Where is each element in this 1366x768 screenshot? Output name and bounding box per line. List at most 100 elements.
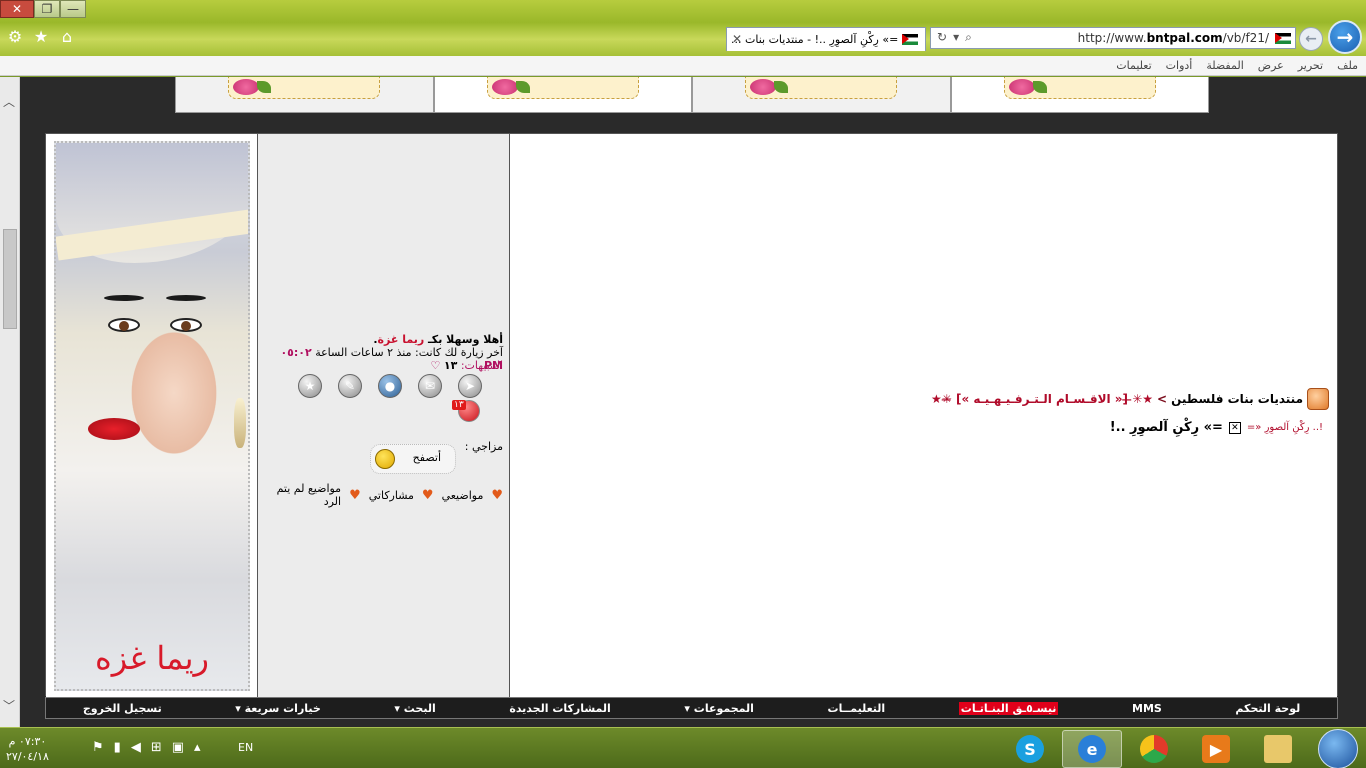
- nav-groups[interactable]: المجموعات ▾: [684, 702, 754, 715]
- close-window-button[interactable]: ✕: [0, 0, 34, 18]
- address-bar[interactable]: ↻ ▾ ⌕ http://www.bntpal.com/vb/f21/: [930, 27, 1296, 49]
- close-tab-icon[interactable]: ✕: [732, 32, 742, 46]
- flower-tab[interactable]: [692, 77, 951, 113]
- flower-decoration-icon: [228, 77, 380, 99]
- signal-icon[interactable]: ▮: [114, 740, 121, 755]
- flower-tab[interactable]: [175, 77, 434, 113]
- menu-file[interactable]: ملف: [1337, 59, 1358, 72]
- menu-favorites[interactable]: المفضلة: [1206, 59, 1243, 72]
- windows-icon[interactable]: ⊞: [151, 740, 162, 755]
- flower-decoration-icon: [486, 77, 639, 99]
- browser-tab[interactable]: =» رِكْنِ آلصوِرِ ..! - منتديات بنات ...…: [726, 27, 926, 51]
- forum-main-panel: ريما غزه أهلا وسهلا بكـ ريما غزة. آخر زي…: [45, 133, 1338, 697]
- volume-icon[interactable]: ◀: [131, 740, 141, 755]
- collapse-icon[interactable]: ✕: [1228, 421, 1241, 434]
- star-icon[interactable]: ★: [32, 28, 50, 46]
- nav-mms[interactable]: MMS: [1132, 702, 1162, 715]
- alerts-link[interactable]: التنبيهات: ١٣ ♡: [431, 359, 503, 372]
- user-links: ♥ مواضيعي ♥ مشاركاتي ♥ مواضيع لم يتم الر…: [258, 482, 503, 508]
- breadcrumb-separator: >: [1157, 392, 1168, 406]
- menu-edit[interactable]: تحرير: [1298, 59, 1323, 72]
- taskbar-ie[interactable]: e: [1062, 730, 1122, 768]
- nav-control-panel[interactable]: لوحة التحكم: [1235, 702, 1300, 715]
- restore-window-button[interactable]: ❐: [34, 0, 60, 18]
- breadcrumb-section[interactable]: ★✳̶ [« الاقـسـام الـتـرفـيـهـيـه »] ̶✳★: [931, 392, 1153, 406]
- gear-icon[interactable]: ⚙: [6, 28, 24, 46]
- user-info-cell: أهلا وسهلا بكـ ريما غزة. آخر زيارة لك كا…: [258, 134, 510, 697]
- forum-bottom-nav: لوحة التحكم MMS نيسـ٥ـق البنـاتـات التعل…: [45, 697, 1338, 719]
- smiley-icon: [375, 449, 395, 469]
- portrait-cell: ريما غزه: [46, 134, 258, 697]
- user-profile-icon[interactable]: ●: [378, 374, 402, 398]
- flag-icon[interactable]: ⚑: [92, 740, 104, 755]
- site-flag-icon: [1275, 32, 1291, 44]
- username-link[interactable]: ريما غزة: [378, 333, 425, 346]
- heart-icon: ♥: [349, 487, 361, 503]
- taskbar-explorer[interactable]: [1248, 730, 1308, 768]
- scroll-thumb[interactable]: [3, 229, 17, 329]
- flower-decoration-icon: [745, 77, 897, 99]
- nav-girls-coordinator[interactable]: نيسـ٥ـق البنـاتـات: [958, 701, 1059, 715]
- start-button[interactable]: [1318, 729, 1358, 768]
- back-button[interactable]: ←: [1299, 27, 1323, 51]
- vertical-scrollbar[interactable]: ︿ ﹀: [0, 77, 20, 727]
- header-flower-tabs: [175, 77, 1209, 113]
- tray-expand-icon[interactable]: ▴: [194, 740, 201, 755]
- menu-help[interactable]: تعليمات: [1116, 59, 1151, 72]
- nav-search[interactable]: البحث ▾: [394, 702, 435, 715]
- system-tray: ⚑ ▮ ◀ ⊞ ▣ ▴: [92, 740, 201, 755]
- taskbar-media[interactable]: ▶: [1186, 730, 1246, 768]
- forward-button[interactable]: →: [1328, 20, 1362, 54]
- language-indicator[interactable]: EN: [238, 741, 253, 754]
- nav-logout[interactable]: تسجيل الخروج: [83, 702, 162, 715]
- refresh-icon[interactable]: ↻: [937, 30, 947, 45]
- mood-label: مزاجي :: [464, 440, 503, 453]
- search-icon[interactable]: ⌕: [965, 30, 972, 45]
- clock-time: ٠٧:٣٠ م: [8, 735, 47, 748]
- device-icon[interactable]: ▣: [172, 740, 184, 755]
- window-controls: ✕ ❐ —: [0, 0, 86, 18]
- content-cell: منتديات بنات فلسطين > ★✳̶ [« الاقـسـام ا…: [510, 134, 1337, 697]
- mood-box[interactable]: أتصفح: [370, 444, 456, 474]
- my-posts-link[interactable]: مشاركاتي: [369, 489, 414, 502]
- forum-home-icon[interactable]: [1307, 388, 1329, 410]
- taskbar-skype[interactable]: S: [1000, 730, 1060, 768]
- dropdown-icon[interactable]: ▾: [953, 30, 959, 45]
- scroll-up-icon[interactable]: ︿: [3, 93, 15, 110]
- forum-title: =» رِكْنِ آلصوِرِ ..!: [1109, 420, 1223, 435]
- flower-tab[interactable]: [950, 77, 1209, 113]
- nav-quick-options[interactable]: خيارات سريعة ▾: [235, 702, 321, 715]
- mail-icon[interactable]: ✉: [418, 374, 442, 398]
- user-action-icons: ★ ✎ ● ✉ ➤: [298, 374, 482, 398]
- notifications-badge: ١٣: [452, 400, 466, 410]
- taskbar-chrome[interactable]: [1124, 730, 1184, 768]
- media-player-icon: ▶: [1202, 735, 1230, 763]
- address-url: http://www.bntpal.com/vb/f21/: [1077, 31, 1269, 45]
- unanswered-topics-link[interactable]: مواضيع لم يتم الرد: [258, 482, 342, 508]
- nav-new-posts[interactable]: المشاركات الجديدة: [509, 702, 611, 715]
- breadcrumb-home[interactable]: منتديات بنات فلسطين: [1171, 392, 1303, 406]
- browser-tool-icons: ⚙ ★ ⌂: [6, 28, 76, 46]
- my-topics-link[interactable]: مواضيعي: [442, 489, 484, 502]
- alerts-count: ١٣: [443, 359, 458, 372]
- flower-tab[interactable]: [433, 77, 692, 113]
- taskbar-clock[interactable]: ٠٧:٣٠ م ٢٧/٠٤/١٨: [6, 734, 49, 764]
- forum-title-small[interactable]: !.. رِكْنِ آلصوِرِ «=: [1247, 422, 1323, 433]
- heart-outline-icon: ♡: [430, 359, 441, 372]
- menu-bar: ملف تحرير عرض المفضلة أدوات تعليمات: [0, 56, 1366, 76]
- flower-decoration-icon: [1003, 77, 1156, 99]
- internet-explorer-icon: e: [1078, 735, 1106, 763]
- mood-value: أتصفح: [412, 451, 441, 464]
- nav-instructions[interactable]: التعليمــات: [828, 702, 886, 715]
- scroll-down-icon[interactable]: ﹀: [3, 697, 15, 714]
- welcome-text: أهلا وسهلا بكـ ريما غزة.: [373, 333, 503, 346]
- send-message-icon[interactable]: ➤: [458, 374, 482, 398]
- menu-view[interactable]: عرض: [1258, 59, 1284, 72]
- menu-tools[interactable]: أدوات: [1166, 59, 1193, 72]
- heart-icon: ♥: [491, 487, 503, 503]
- chrome-icon: [1140, 735, 1168, 763]
- comments-icon[interactable]: ✎: [338, 374, 362, 398]
- home-icon[interactable]: ⌂: [58, 28, 76, 46]
- favorites-star-icon[interactable]: ★: [298, 374, 322, 398]
- minimize-window-button[interactable]: —: [60, 0, 86, 18]
